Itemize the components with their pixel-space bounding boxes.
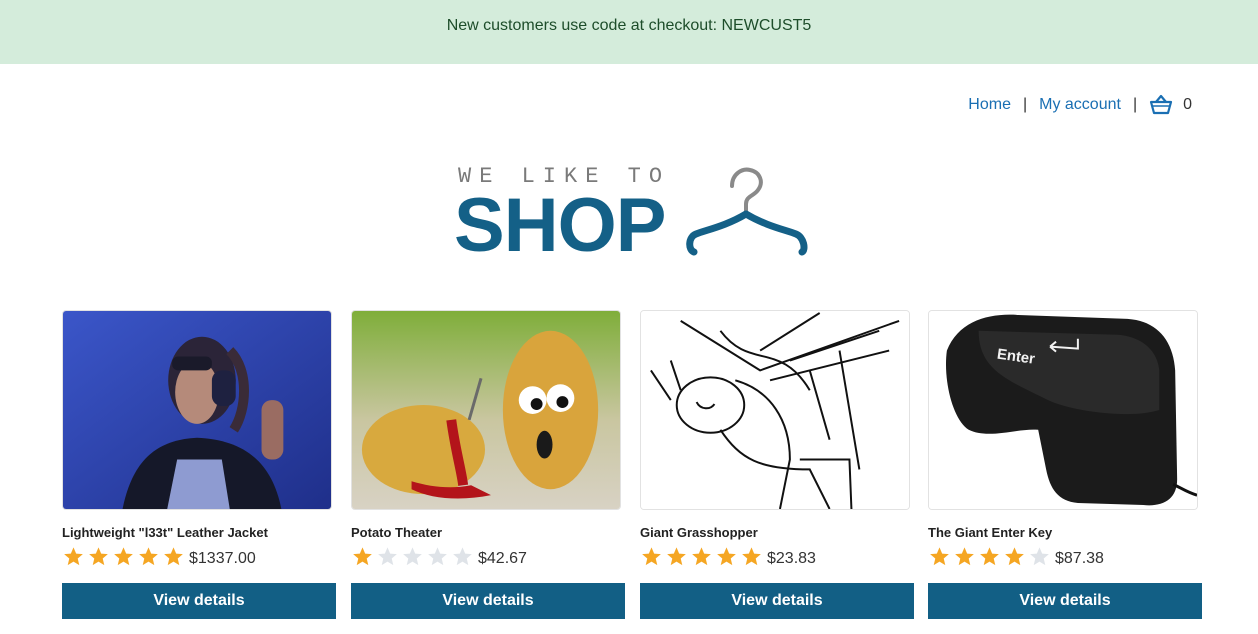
view-details-button[interactable]: View details [928,583,1202,619]
store-logo[interactable]: WE LIKE TO SHOP [454,162,816,268]
star-icon [114,547,133,566]
product-rating: $42.67 [351,545,527,569]
star-icon [378,547,397,566]
star-icon [955,547,974,566]
basket-icon[interactable] [1149,94,1173,116]
product-card: Potato Theater $42.67 View details [351,310,625,620]
star-icon [717,547,736,566]
promo-text: New customers use code at checkout: NEWC… [446,17,812,34]
product-image-potato-theater[interactable] [351,310,621,510]
promo-banner: New customers use code at checkout: NEWC… [0,0,1258,64]
star-icon [353,547,372,566]
view-details-button[interactable]: View details [62,583,336,619]
my-account-link[interactable]: My account [1039,96,1121,114]
product-grid: Lightweight "l33t" Leather Jacket $1337.… [62,310,1202,620]
view-details-button[interactable]: View details [640,583,914,619]
product-price: $87.38 [1055,550,1104,567]
view-details-button[interactable]: View details [351,583,625,619]
product-title[interactable]: Giant Grasshopper [640,525,758,540]
nav-separator: | [1132,96,1138,113]
product-rating: $23.83 [640,545,816,569]
product-title[interactable]: The Giant Enter Key [928,525,1052,540]
product-image-giant-enter-key[interactable]: Enter [928,310,1198,510]
star-icon [139,547,158,566]
star-icon [164,547,183,566]
star-icon [980,547,999,566]
product-rating: $87.38 [928,545,1104,569]
product-price: $42.67 [478,550,527,567]
product-price: $23.83 [767,550,816,567]
product-price: $1337.00 [189,550,256,567]
cart-count[interactable]: 0 [1183,96,1192,114]
nav-separator: | [1022,96,1028,113]
home-link[interactable]: Home [968,96,1011,114]
star-icon [453,547,472,566]
top-nav: Home | My account | 0 [968,94,1192,116]
star-icon [1005,547,1024,566]
star-icon [403,547,422,566]
star-icon [667,547,686,566]
product-title[interactable]: Potato Theater [351,525,442,540]
star-icon [428,547,447,566]
product-rating: $1337.00 [62,545,256,569]
star-icon [89,547,108,566]
logo-name: SHOP [454,183,666,268]
star-icon [742,547,761,566]
product-card: Giant Grasshopper $23.83 View details [640,310,914,620]
product-card: Lightweight "l33t" Leather Jacket $1337.… [62,310,336,620]
product-card: Enter The Giant Enter Key $87.38 View de… [928,310,1202,620]
product-image-giant-grasshopper[interactable] [640,310,910,510]
hanger-icon [686,167,808,256]
star-icon [64,547,83,566]
product-title[interactable]: Lightweight "l33t" Leather Jacket [62,525,268,540]
product-image-leather-jacket[interactable] [62,310,332,510]
star-icon [1030,547,1049,566]
star-icon [692,547,711,566]
star-icon [930,547,949,566]
star-icon [642,547,661,566]
